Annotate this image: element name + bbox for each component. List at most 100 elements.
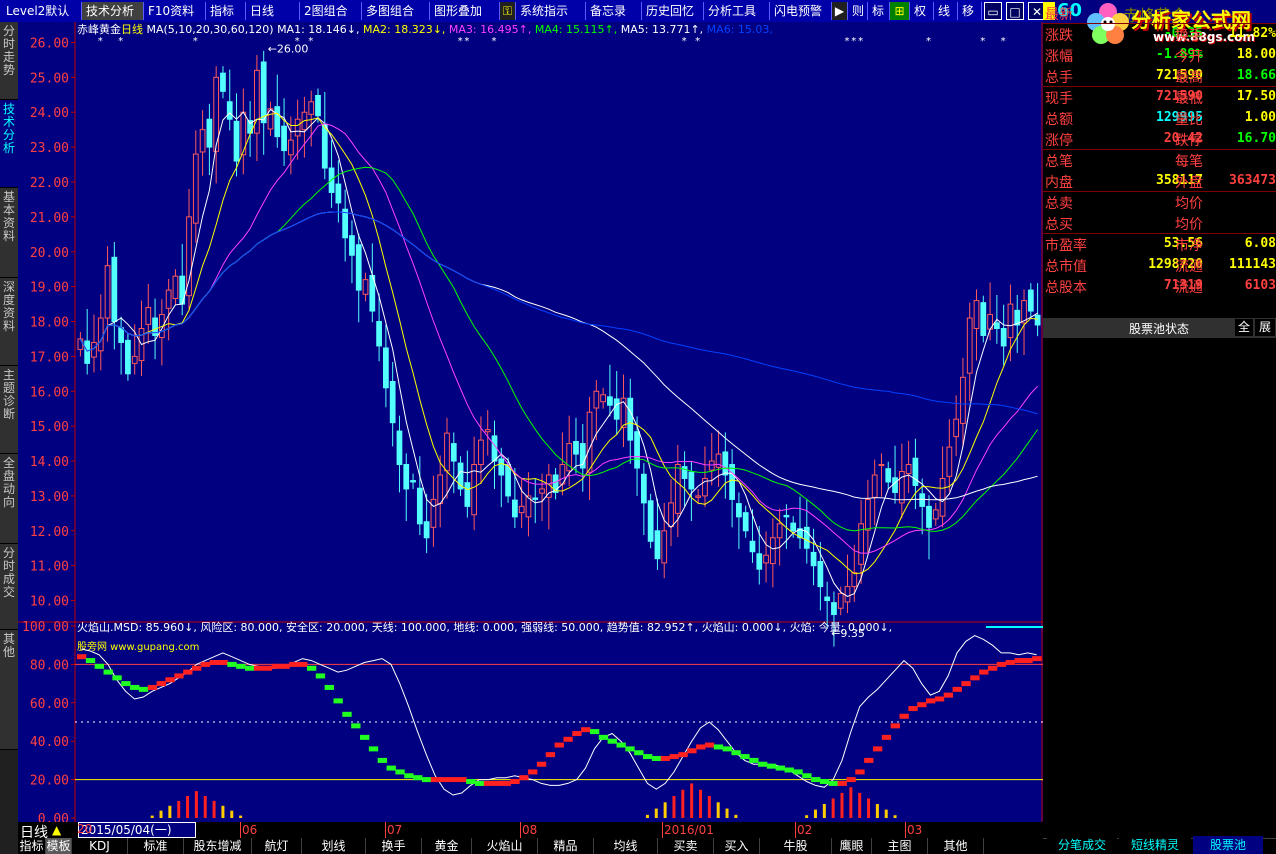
- toolbar-item-7[interactable]: 图形叠加: [430, 2, 500, 20]
- bottom-tab-3[interactable]: 标准: [128, 838, 184, 854]
- candle-body: [905, 464, 912, 475]
- candle-body: [647, 500, 654, 542]
- trend-block: [191, 665, 202, 671]
- window-maximize-icon[interactable]: □: [1006, 2, 1024, 20]
- y-tick-label: 16.00: [30, 385, 69, 400]
- chart-area[interactable]: 26.00 25.00 24.00 23.00 22.00 21.00 20.00 19.00…: [18, 22, 1043, 822]
- bottom-tab-0[interactable]: 指标: [18, 838, 46, 854]
- window-restore-icon[interactable]: ▭: [984, 2, 1002, 20]
- candle[interactable]: [647, 493, 654, 549]
- right-bottom-tab-2[interactable]: 股票池: [1193, 836, 1263, 854]
- bottom-tab-10[interactable]: 精品: [538, 838, 594, 854]
- plus-box-icon[interactable]: ⊞: [890, 2, 910, 20]
- bottom-tab-16[interactable]: 主图: [872, 838, 928, 854]
- bottom-tab-8[interactable]: 黄金: [422, 838, 472, 854]
- candle-body: [960, 376, 966, 424]
- toolbar-item-1[interactable]: 技术分析: [82, 2, 144, 20]
- candle-body: [308, 101, 315, 115]
- bottom-tab-12[interactable]: 买卖: [658, 838, 714, 854]
- flame-bar: [177, 800, 181, 818]
- candle-body: [966, 317, 973, 374]
- left-tab-4[interactable]: 主题诊断: [0, 366, 18, 454]
- trend-block: [519, 775, 529, 781]
- current-date-box[interactable]: 2015/05/04(一): [78, 822, 196, 838]
- trend-block: [943, 692, 954, 698]
- bottom-tab-17[interactable]: 其他: [928, 838, 984, 854]
- bottom-tab-11[interactable]: 均线: [594, 838, 658, 854]
- left-tab-7[interactable]: 其他: [0, 630, 18, 750]
- right-bottom-tab-1[interactable]: 短线精灵: [1119, 836, 1191, 854]
- play-icon[interactable]: ▶: [832, 2, 848, 20]
- bottom-tab-7[interactable]: 换手: [366, 838, 422, 854]
- pool-expand-button[interactable]: 展: [1255, 319, 1275, 336]
- toolbar-item-12[interactable]: 闪电预警: [770, 2, 832, 20]
- left-tab-0[interactable]: 分时走势: [0, 22, 18, 100]
- toolbar-item-2[interactable]: F10资料: [144, 2, 206, 20]
- candle[interactable]: [980, 295, 987, 343]
- toolbar-item-3[interactable]: 指标: [206, 2, 246, 20]
- trend-block: [457, 777, 467, 783]
- ma-legend-value: : 18.323↓,: [387, 23, 449, 36]
- flame-bar: [805, 815, 809, 818]
- trend-block: [271, 663, 281, 669]
- bottom-tab-4[interactable]: 股东增减: [184, 838, 252, 854]
- ma-legend-value: : 16.495↑,: [473, 23, 535, 36]
- left-tab-6[interactable]: 分时成交: [0, 544, 18, 630]
- candle-body: [260, 61, 267, 124]
- signal-star-icon: *: [193, 36, 198, 47]
- toolbar-item-10[interactable]: 历史回忆: [642, 2, 704, 20]
- candle-body: [742, 512, 749, 532]
- bottom-tab-9[interactable]: 火焰山: [472, 838, 538, 854]
- bottom-tab-6[interactable]: 划线: [302, 838, 366, 854]
- toolbar-item-16[interactable]: 线: [934, 2, 958, 20]
- candle-body: [865, 498, 871, 531]
- candle[interactable]: [125, 333, 131, 381]
- bottom-tab-strip: 指标 模板 KDJ 标准 股东增减 航灯 划线 换手 黄金 火焰山 精品 均线 买卖 买入 牛股 鹰眼 主图 其他: [0, 838, 1043, 854]
- candle-body: [1000, 327, 1007, 347]
- pool-all-button[interactable]: 全: [1235, 319, 1253, 336]
- candle-body: [824, 596, 831, 602]
- trend-block: [360, 734, 370, 740]
- toolbar-item-13[interactable]: 则: [848, 2, 868, 20]
- candle-body: [206, 118, 213, 148]
- candle-body: [294, 118, 301, 137]
- candle-body: [104, 265, 111, 319]
- bottom-tab-14[interactable]: 牛股: [760, 838, 832, 854]
- y-tick-label: 12.00: [30, 525, 69, 540]
- trend-block: [864, 757, 874, 763]
- y-tick-label: 10.00: [30, 595, 69, 610]
- right-bottom-tab-0[interactable]: 分笔成交: [1047, 836, 1117, 854]
- quote-separator: [1043, 149, 1276, 150]
- toolbar-item-4[interactable]: 日线: [246, 2, 300, 20]
- trend-block: [696, 744, 706, 750]
- left-tab-3[interactable]: 深度资料: [0, 278, 18, 366]
- toolbar-item-14[interactable]: 标: [868, 2, 890, 20]
- toolbar: Level2默认 技术分析 F10资料 指标 日线 2图组合 多图组合 图形叠加 ⚿ 系统指示 备忘…: [0, 0, 1046, 23]
- left-tab-5[interactable]: 全盘动向: [0, 454, 18, 544]
- toolbar-item-11[interactable]: 分析工具: [704, 2, 770, 20]
- trend-block: [147, 684, 158, 690]
- bottom-tab-5[interactable]: 航灯: [252, 838, 302, 854]
- toolbar-item-17[interactable]: 移: [958, 2, 982, 20]
- toolbar-item-9[interactable]: 备忘录: [586, 2, 642, 20]
- left-tab-2[interactable]: 基本资料: [0, 188, 18, 278]
- toolbar-item-15[interactable]: 权: [910, 2, 934, 20]
- candle-body: [654, 530, 661, 560]
- bottom-tab-2[interactable]: KDJ: [72, 838, 128, 854]
- toolbar-item-8[interactable]: 系统指示: [516, 2, 586, 20]
- bottom-tab-13[interactable]: 买入: [714, 838, 760, 854]
- bottom-tab-1[interactable]: 模板: [46, 838, 72, 854]
- bottom-tab-15[interactable]: 鹰眼: [832, 838, 872, 854]
- signal-star-icon: *: [295, 36, 300, 47]
- left-tab-1[interactable]: 技术分析: [0, 100, 18, 188]
- candle-body: [1027, 289, 1034, 312]
- toolbar-item-5[interactable]: 2图组合: [300, 2, 362, 20]
- toolbar-item-0[interactable]: Level2默认: [2, 2, 82, 20]
- lock-icon[interactable]: ⚿: [500, 2, 516, 20]
- flame-bar: [690, 783, 694, 818]
- trend-block: [740, 754, 750, 760]
- toolbar-item-6[interactable]: 多图组合: [362, 2, 430, 20]
- quote-label: 均价: [1175, 196, 1203, 212]
- signal-star-icon: *: [1001, 36, 1006, 47]
- trend-block: [306, 665, 317, 671]
